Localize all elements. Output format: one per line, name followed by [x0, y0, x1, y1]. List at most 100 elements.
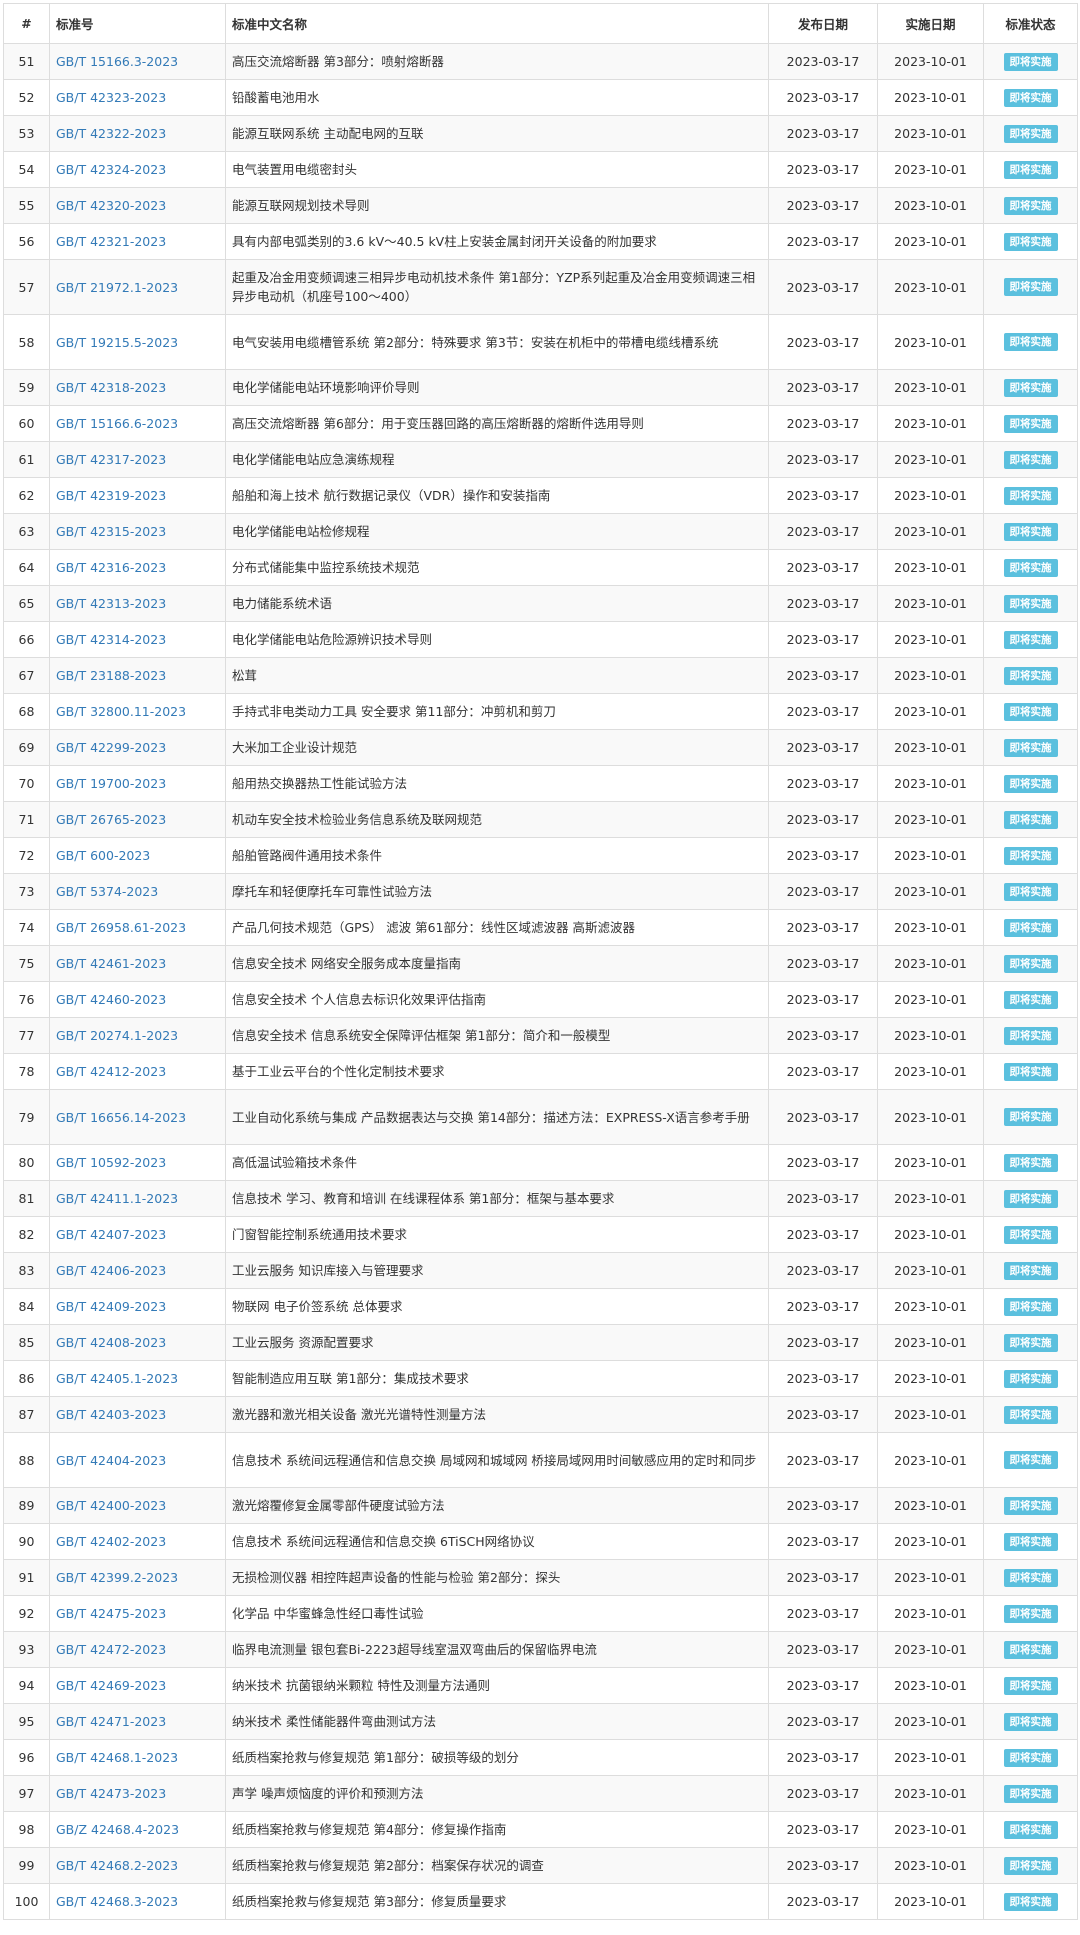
- standard-code-link[interactable]: GB/T 15166.3-2023: [56, 54, 178, 69]
- status-cell: 即将实施: [983, 1144, 1078, 1181]
- status-badge: 即将实施: [1003, 1451, 1058, 1469]
- standard-code-link[interactable]: GB/T 42299-2023: [56, 740, 166, 755]
- standard-code-link[interactable]: GB/T 42404-2023: [56, 1453, 166, 1468]
- standard-code-cell: GB/T 42324-2023: [49, 151, 226, 188]
- row-number: 71: [3, 801, 50, 838]
- table-row: 99 GB/T 42468.2-2023 纸质档案抢救与修复规范 第2部分：档案…: [3, 1847, 1078, 1884]
- status-badge: 即将实施: [1003, 486, 1058, 505]
- standard-name: 激光器和激光相关设备 激光光谱特性测量方法: [225, 1396, 769, 1433]
- standard-code-link[interactable]: GB/T 42406-2023: [56, 1263, 166, 1278]
- publish-date: 2023-03-17: [768, 729, 878, 766]
- status-badge: 即将实施: [1003, 124, 1058, 143]
- standard-code-link[interactable]: GB/T 42472-2023: [56, 1642, 166, 1657]
- standard-name: 信息安全技术 网络安全服务成本度量指南: [225, 945, 769, 982]
- standard-code-link[interactable]: GB/T 42408-2023: [56, 1335, 166, 1350]
- standard-code-link[interactable]: GB/T 42407-2023: [56, 1227, 166, 1242]
- header-row: # 标准号 标准中文名称 发布日期 实施日期 标准状态: [3, 3, 1078, 44]
- table-row: 69 GB/T 42299-2023 大米加工企业设计规范 2023-03-17…: [3, 729, 1078, 766]
- standard-code-link[interactable]: GB/T 600-2023: [56, 848, 150, 863]
- standard-code-link[interactable]: GB/T 42399.2-2023: [56, 1570, 178, 1585]
- standard-code-cell: GB/T 42322-2023: [49, 115, 226, 152]
- standard-code-link[interactable]: GB/T 21972.1-2023: [56, 280, 178, 295]
- row-number: 96: [3, 1739, 50, 1776]
- standard-code-link[interactable]: GB/T 42320-2023: [56, 198, 166, 213]
- publish-date: 2023-03-17: [768, 1180, 878, 1217]
- standard-name: 机动车安全技术检验业务信息系统及联网规范: [225, 801, 769, 838]
- row-number: 99: [3, 1847, 50, 1884]
- standard-code-link[interactable]: GB/T 16656.14-2023: [56, 1110, 186, 1125]
- table-row: 97 GB/T 42473-2023 声学 噪声烦恼度的评价和预测方法 2023…: [3, 1775, 1078, 1812]
- standard-code-link[interactable]: GB/T 42322-2023: [56, 126, 166, 141]
- implement-date: 2023-10-01: [877, 1432, 984, 1488]
- standard-code-link[interactable]: GB/T 42314-2023: [56, 632, 166, 647]
- publish-date: 2023-03-17: [768, 513, 878, 550]
- status-cell: 即将实施: [983, 1360, 1078, 1397]
- standard-code-link[interactable]: GB/T 32800.11-2023: [56, 704, 186, 719]
- standard-code-link[interactable]: GB/T 42469-2023: [56, 1678, 166, 1693]
- implement-date: 2023-10-01: [877, 1360, 984, 1397]
- standard-code-link[interactable]: GB/T 42324-2023: [56, 162, 166, 177]
- row-number: 93: [3, 1631, 50, 1668]
- standard-code-link[interactable]: GB/T 15166.6-2023: [56, 416, 178, 431]
- header-publish-date: 发布日期: [768, 3, 878, 44]
- standard-code-link[interactable]: GB/T 42405.1-2023: [56, 1371, 178, 1386]
- standard-code-link[interactable]: GB/T 42313-2023: [56, 596, 166, 611]
- implement-date: 2023-10-01: [877, 79, 984, 116]
- standard-code-link[interactable]: GB/T 42402-2023: [56, 1534, 166, 1549]
- standard-code-link[interactable]: GB/T 20274.1-2023: [56, 1028, 178, 1043]
- standard-code-link[interactable]: GB/T 19215.5-2023: [56, 335, 178, 350]
- standard-code-cell: GB/T 42319-2023: [49, 477, 226, 514]
- status-cell: 即将实施: [983, 909, 1078, 946]
- standard-code-cell: GB/T 42460-2023: [49, 981, 226, 1018]
- standard-name: 产品几何技术规范（GPS） 滤波 第61部分：线性区域滤波器 高斯滤波器: [225, 909, 769, 946]
- standard-code-link[interactable]: GB/T 5374-2023: [56, 884, 158, 899]
- standard-code-link[interactable]: GB/T 10592-2023: [56, 1155, 166, 1170]
- standard-code-link[interactable]: GB/T 42400-2023: [56, 1498, 166, 1513]
- standard-code-link[interactable]: GB/T 42468.3-2023: [56, 1894, 178, 1909]
- standard-code-link[interactable]: GB/T 19700-2023: [56, 776, 166, 791]
- standard-code-link[interactable]: GB/T 42475-2023: [56, 1606, 166, 1621]
- standard-code-link[interactable]: GB/T 23188-2023: [56, 668, 166, 683]
- standard-code-link[interactable]: GB/T 42317-2023: [56, 452, 166, 467]
- standard-code-link[interactable]: GB/T 42473-2023: [56, 1786, 166, 1801]
- publish-date: 2023-03-17: [768, 441, 878, 478]
- row-number: 66: [3, 621, 50, 658]
- standard-code-link[interactable]: GB/T 26765-2023: [56, 812, 166, 827]
- standard-code-link[interactable]: GB/T 26958.61-2023: [56, 920, 186, 935]
- publish-date: 2023-03-17: [768, 1216, 878, 1253]
- header-status: 标准状态: [983, 3, 1078, 44]
- standard-code-link[interactable]: GB/T 42315-2023: [56, 524, 166, 539]
- standard-code-link[interactable]: GB/T 42460-2023: [56, 992, 166, 1007]
- standard-code-link[interactable]: GB/T 42409-2023: [56, 1299, 166, 1314]
- standard-code-link[interactable]: GB/T 42318-2023: [56, 380, 166, 395]
- table-row: 53 GB/T 42322-2023 能源互联网系统 主动配电网的互联 2023…: [3, 115, 1078, 152]
- publish-date: 2023-03-17: [768, 1523, 878, 1560]
- standard-code-link[interactable]: GB/T 42471-2023: [56, 1714, 166, 1729]
- table-row: 64 GB/T 42316-2023 分布式储能集中监控系统技术规范 2023-…: [3, 549, 1078, 586]
- standard-code-link[interactable]: GB/T 42321-2023: [56, 234, 166, 249]
- row-number: 58: [3, 314, 50, 370]
- standard-code-link[interactable]: GB/T 42323-2023: [56, 90, 166, 105]
- standard-code-link[interactable]: GB/T 42411.1-2023: [56, 1191, 178, 1206]
- standard-code-link[interactable]: GB/T 42468.2-2023: [56, 1858, 178, 1873]
- standard-code-link[interactable]: GB/T 42316-2023: [56, 560, 166, 575]
- table-row: 92 GB/T 42475-2023 化学品 中华蜜蜂急性经口毒性试验 2023…: [3, 1595, 1078, 1632]
- standard-code-link[interactable]: GB/T 42461-2023: [56, 956, 166, 971]
- standard-code-cell: GB/T 42405.1-2023: [49, 1360, 226, 1397]
- status-badge: 即将实施: [1003, 1026, 1058, 1045]
- publish-date: 2023-03-17: [768, 259, 878, 315]
- standard-code-cell: GB/T 42408-2023: [49, 1324, 226, 1361]
- publish-date: 2023-03-17: [768, 1053, 878, 1090]
- standard-code-link[interactable]: GB/T 42468.1-2023: [56, 1750, 178, 1765]
- standard-code-cell: GB/T 42407-2023: [49, 1216, 226, 1253]
- standard-code-link[interactable]: GB/T 42403-2023: [56, 1407, 166, 1422]
- standard-code-link[interactable]: GB/T 42412-2023: [56, 1064, 166, 1079]
- standard-code-cell: GB/T 5374-2023: [49, 873, 226, 910]
- standard-code-link[interactable]: GB/T 42319-2023: [56, 488, 166, 503]
- status-badge: 即将实施: [1003, 558, 1058, 577]
- standard-code-link[interactable]: GB/Z 42468.4-2023: [56, 1822, 179, 1837]
- standard-name: 物联网 电子价签系统 总体要求: [225, 1288, 769, 1325]
- status-badge: 即将实施: [1003, 1297, 1058, 1316]
- status-cell: 即将实施: [983, 1017, 1078, 1054]
- status-badge: 即将实施: [1003, 160, 1058, 179]
